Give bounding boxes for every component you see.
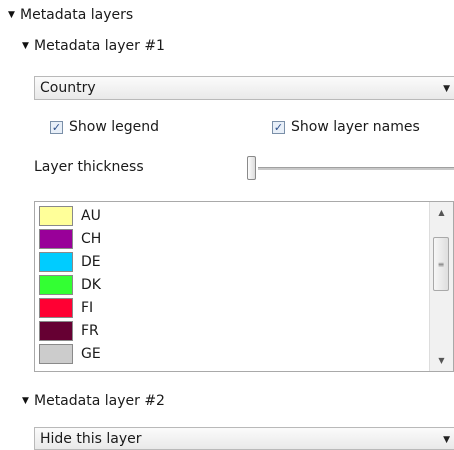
layer-thickness-slider-track[interactable] xyxy=(258,167,454,170)
checkmark-icon: ✓ xyxy=(272,120,285,134)
arrow-up-icon[interactable]: ▲ xyxy=(430,204,453,221)
layer2-selected-value: Hide this layer xyxy=(40,430,142,447)
layer2-select[interactable]: Hide this layer ▼ xyxy=(34,427,454,450)
scrollbar-thumb[interactable]: ≡ xyxy=(433,237,449,291)
list-item[interactable]: FI xyxy=(39,297,93,318)
list-item-label: FR xyxy=(81,322,99,339)
list-item-label: DK xyxy=(81,276,101,293)
show-legend-label: Show legend xyxy=(69,119,159,135)
list-item-label: DE xyxy=(81,253,101,270)
list-item[interactable]: FR xyxy=(39,320,99,341)
color-swatch xyxy=(39,251,73,272)
triangle-down-icon: ▼ xyxy=(22,41,29,51)
chevron-down-icon: ▼ xyxy=(443,435,450,445)
list-item-label: FI xyxy=(81,299,94,316)
layer2-title: Metadata layer #2 xyxy=(34,393,165,409)
triangle-down-icon: ▼ xyxy=(22,396,29,406)
legend-list[interactable]: AU CH DE DK FI FR GE ▲ ≡ ▼ xyxy=(34,201,454,372)
show-layer-names-label: Show layer names xyxy=(291,119,420,135)
layer-thickness-label-row: Layer thickness xyxy=(34,158,144,176)
triangle-down-icon: ▼ xyxy=(8,10,15,20)
list-item[interactable]: CH xyxy=(39,228,101,249)
layer1-title: Metadata layer #1 xyxy=(34,38,165,54)
list-item[interactable]: DE xyxy=(39,251,101,272)
show-legend-checkbox[interactable]: ✓ Show legend xyxy=(50,118,159,136)
layer-thickness-label: Layer thickness xyxy=(34,159,144,175)
layer-thickness-slider-thumb[interactable] xyxy=(247,156,256,180)
list-item[interactable]: GE xyxy=(39,343,101,364)
layer1-selected-value: Country xyxy=(40,80,96,96)
color-swatch xyxy=(39,274,73,295)
list-item[interactable]: DK xyxy=(39,274,101,295)
list-item-label: AU xyxy=(81,207,101,224)
color-swatch xyxy=(39,205,73,226)
layer1-select[interactable]: Country ▼ xyxy=(34,76,454,100)
color-swatch xyxy=(39,343,73,364)
layer2-header[interactable]: ▼ Metadata layer #2 xyxy=(22,392,165,410)
section-metadata-layers[interactable]: ▼ Metadata layers xyxy=(8,6,133,24)
list-item-label: CH xyxy=(81,230,102,247)
layer1-header[interactable]: ▼ Metadata layer #1 xyxy=(22,37,165,55)
color-swatch xyxy=(39,228,73,249)
chevron-down-icon: ▼ xyxy=(443,84,450,94)
show-layer-names-checkbox[interactable]: ✓ Show layer names xyxy=(272,118,420,136)
list-item-label: GE xyxy=(81,345,101,362)
section-title: Metadata layers xyxy=(20,7,134,23)
list-item[interactable]: AU xyxy=(39,205,101,226)
arrow-down-icon[interactable]: ▼ xyxy=(430,352,453,369)
color-swatch xyxy=(39,297,73,318)
checkmark-icon: ✓ xyxy=(50,120,63,134)
color-swatch xyxy=(39,320,73,341)
legend-scrollbar[interactable]: ▲ ≡ ▼ xyxy=(429,202,453,371)
